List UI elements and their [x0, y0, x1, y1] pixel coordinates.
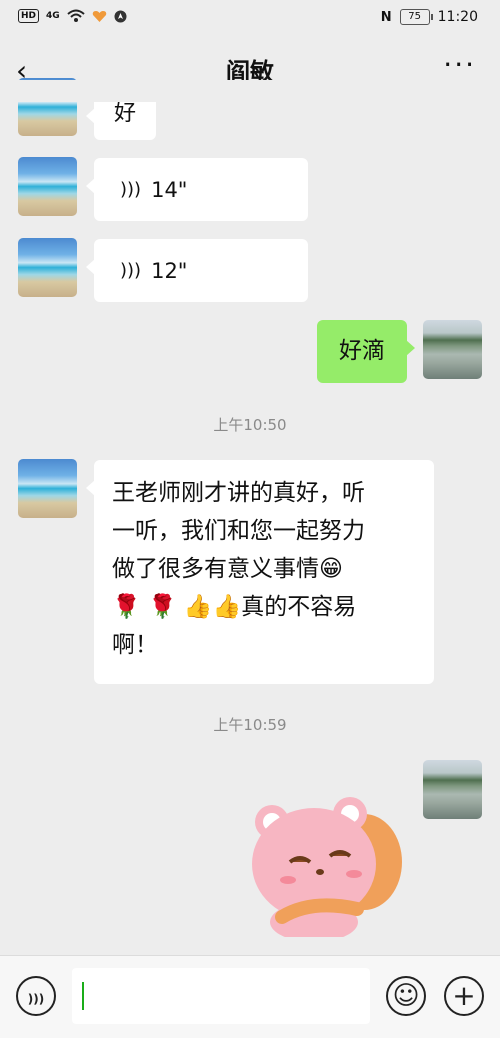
message-line: 王老师刚才讲的真好，听 — [112, 480, 365, 506]
message-text: 好滴 — [339, 338, 385, 364]
message-line: 做了很多有意义事情😁 — [112, 550, 416, 588]
voice-icon: ))) — [27, 992, 45, 1006]
timestamp: 上午10:59 — [213, 716, 287, 734]
thumbs-up-emoji-icon: 👍 — [212, 594, 242, 620]
heart-icon — [92, 10, 106, 22]
input-bar: ))) ☺ + — [0, 955, 500, 1038]
plus-icon: + — [452, 979, 476, 1012]
rose-emoji-icon: 🌹 — [112, 594, 141, 620]
my-avatar[interactable] — [423, 320, 482, 379]
header-mask — [0, 80, 500, 102]
voice-wave-icon: ))) — [120, 260, 142, 281]
voice-message[interactable]: ))) 12" — [86, 239, 308, 302]
thumbs-up-emoji-icon: 👍 — [183, 594, 213, 620]
voice-wave-icon: ))) — [120, 179, 142, 200]
contact-avatar[interactable] — [18, 157, 77, 216]
rose-emoji-icon: 🌹 — [147, 594, 177, 620]
location-icon — [114, 10, 127, 22]
voice-content: ))) 14" — [94, 158, 308, 221]
emoji-button[interactable]: ☺ — [386, 976, 426, 1016]
message-line: 一听，我们和您一起努力 — [112, 518, 365, 544]
more-options-button[interactable]: ··· — [443, 48, 476, 81]
battery-icon: 75 — [399, 9, 433, 25]
signal-icon: 4G — [46, 11, 60, 21]
timestamp: 上午10:50 — [213, 416, 287, 434]
status-left: HD 4G — [18, 9, 127, 23]
nfc-icon: N — [380, 9, 392, 25]
message-line: 🌹 🌹 👍👍真的不容易 — [112, 588, 416, 626]
hd-icon: HD — [18, 9, 40, 23]
voice-message[interactable]: ))) 14" — [86, 158, 308, 221]
sent-message[interactable]: 好滴 — [317, 320, 415, 383]
contact-avatar[interactable] — [18, 459, 77, 518]
more-functions-button[interactable]: + — [444, 976, 484, 1016]
voice-duration: 14" — [151, 177, 188, 202]
bear-sticker[interactable] — [242, 792, 407, 937]
message-text: 好 — [113, 101, 136, 126]
status-right: N 75 11:20 — [381, 9, 478, 25]
grin-emoji-icon: 😁 — [319, 556, 343, 582]
contact-avatar[interactable] — [18, 238, 77, 297]
message-text: 真的不容易 — [241, 594, 357, 620]
message-line: 啊！ — [112, 632, 158, 658]
message-text: 做了很多有意义事情 — [112, 556, 319, 582]
status-bar: HD 4G N 75 11:20 — [0, 0, 500, 36]
voice-duration: 12" — [151, 258, 188, 283]
clock: 11:20 — [437, 9, 478, 25]
text-cursor — [82, 982, 84, 1010]
voice-input-button[interactable]: ))) — [16, 976, 56, 1016]
message-input[interactable] — [72, 968, 370, 1024]
message-bubble[interactable]: 王老师刚才讲的真好，听 一听，我们和您一起努力 做了很多有意义事情😁 🌹 🌹 👍… — [86, 460, 434, 684]
wifi-icon — [67, 9, 85, 22]
voice-content: ))) 12" — [94, 239, 308, 302]
my-avatar[interactable] — [423, 760, 482, 819]
emoji-icon: ☺ — [392, 981, 420, 1011]
